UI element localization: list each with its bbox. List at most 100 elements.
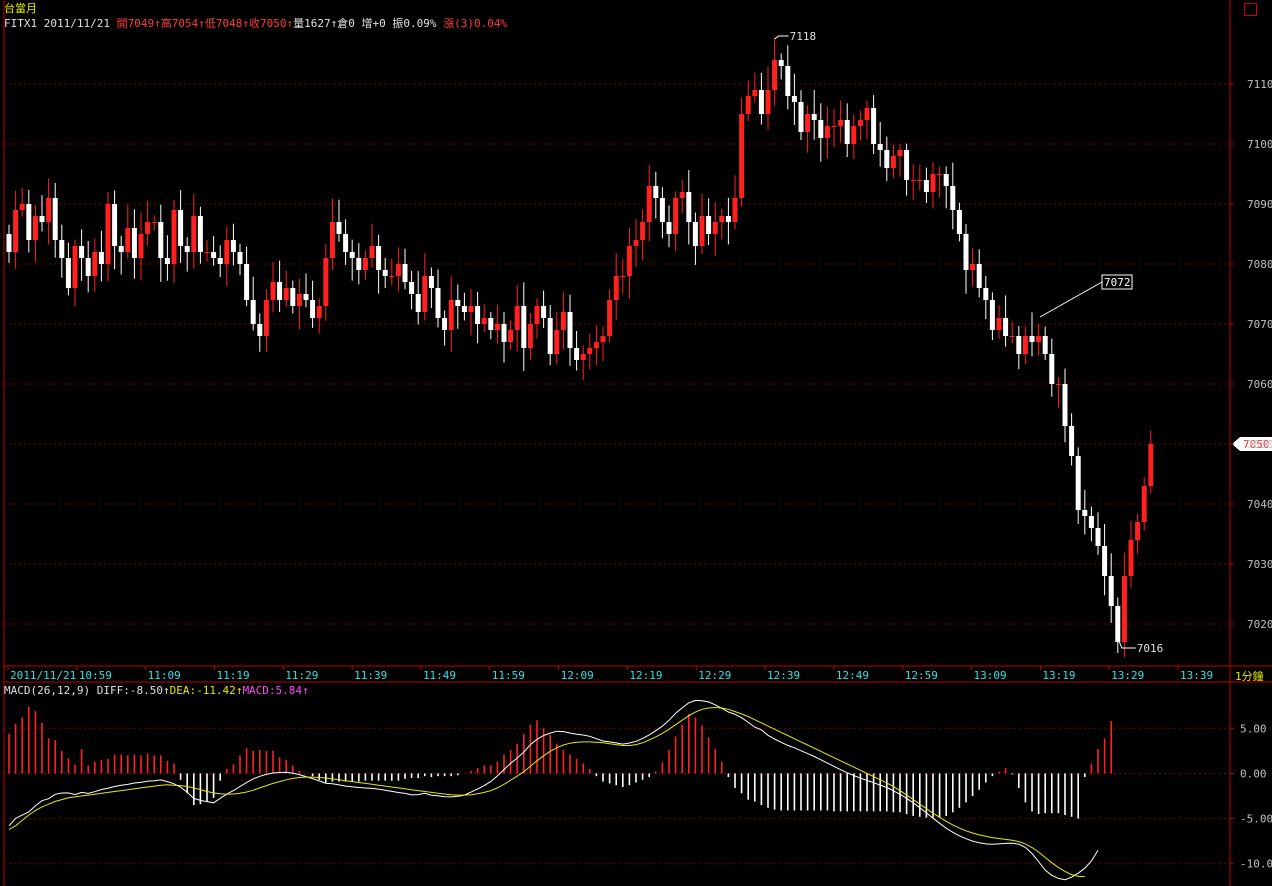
candle-body [1095,528,1101,546]
candle-body [593,342,599,348]
candle-body [369,246,375,258]
low-value: 低7048 [204,17,243,30]
candle-body [725,216,731,222]
arrow-up-icon: ↑ [302,684,309,697]
candle-body [1016,336,1022,354]
candle-body [745,96,751,114]
candle-body [39,216,45,222]
high-marker-label: 7118 [790,30,817,43]
period-selector[interactable]: 1分鐘 [1235,670,1264,683]
candle-body [362,258,368,270]
candle-body [131,228,137,258]
candle-body [283,288,289,300]
candle-body [937,174,943,175]
candle-body [158,222,164,258]
candle-body [514,306,520,330]
candle-body [435,288,441,318]
candle-body [468,306,474,312]
candle-body [574,348,580,360]
candle-body [138,234,144,258]
candle-body [244,264,250,300]
candle-body [448,300,454,330]
candle-body [211,252,217,258]
candle-body [818,120,824,138]
arrow-up-icon: ↑ [198,17,205,30]
candle-body [323,258,329,306]
x-tick-label: 11:39 [354,669,387,682]
candle-body [13,210,19,252]
arrow-up-icon: ↑ [154,17,161,30]
candle-body [1082,510,1088,516]
low-marker-label: 7016 [1137,642,1164,655]
price-tick-label: 7090 [1247,198,1272,211]
candle-body [673,198,679,234]
candle-body [296,294,302,306]
x-tick-label: 2011/11/21 [10,669,76,682]
candle-body [6,234,12,252]
macd-tick-label: 0.00 [1240,767,1267,780]
candle-body [970,264,976,270]
candle-body [679,192,685,198]
macd-value: MACD:5.84 [242,684,303,697]
candle-body [686,192,692,222]
macd-info-bar: MACD(26,12,9) DIFF:-8.50↑DEA:-11.42↑MACD… [4,684,309,697]
candle-body [798,102,804,132]
candle-body [633,240,639,246]
x-tick-label: 11:59 [492,669,525,682]
candle-body [310,300,316,318]
position-value: 倉0 [337,17,355,30]
candle-body [554,330,560,354]
candle-body [560,312,566,330]
candle-body [739,114,745,198]
window-control-icon[interactable] [1244,3,1257,16]
candle-body [587,348,593,354]
price-tick-label: 7050 [1247,438,1272,451]
candle-body [527,324,533,348]
candle-body [1102,546,1108,576]
candle-body [112,204,118,246]
candle-body [118,246,124,252]
candle-body [890,156,896,168]
candle-body [884,150,890,168]
candle-body [1009,336,1015,337]
candle-body [1135,522,1141,540]
candle-body [541,306,547,318]
candle-body [831,126,837,127]
x-tick-label: 12:39 [767,669,800,682]
candle-body [600,336,606,342]
price-tick-label: 7110 [1247,78,1272,91]
candle-body [844,120,850,144]
candle-body [224,240,230,264]
candle-body [105,204,111,264]
macd-tick-label: -5.00 [1240,813,1272,826]
candle-body [1115,606,1121,642]
close-value: 收7050 [248,17,287,30]
candle-body [956,210,962,234]
x-tick-label: 11:19 [216,669,249,682]
candle-body [250,300,256,324]
candle-body [963,234,969,270]
candle-body [26,204,32,240]
candle-body [415,294,421,312]
candle-body [508,330,514,342]
candle-body [217,258,223,264]
candle-body [52,198,58,240]
candle-body [646,186,652,222]
candle-body [996,318,1002,330]
candle-body [1128,540,1134,576]
macd-tick-label: -10.00 [1240,858,1272,871]
date-label: 2011/11/21 [43,17,110,30]
x-tick-label: 12:29 [698,669,731,682]
candle-body [1022,336,1028,354]
candle-body [171,210,177,264]
symbol-label: FITX1 [4,17,38,30]
candle-body [336,222,342,234]
chart-canvas[interactable]: 7118701670727050 70207030704070507060707… [0,0,1272,886]
candle-body [917,180,923,181]
candle-body [772,60,778,90]
candle-body [1108,576,1114,606]
candle-body [976,264,982,288]
candle-body [501,324,507,342]
amplitude-value: 振0.09% [392,17,437,30]
x-tick-label: 10:59 [79,669,112,682]
